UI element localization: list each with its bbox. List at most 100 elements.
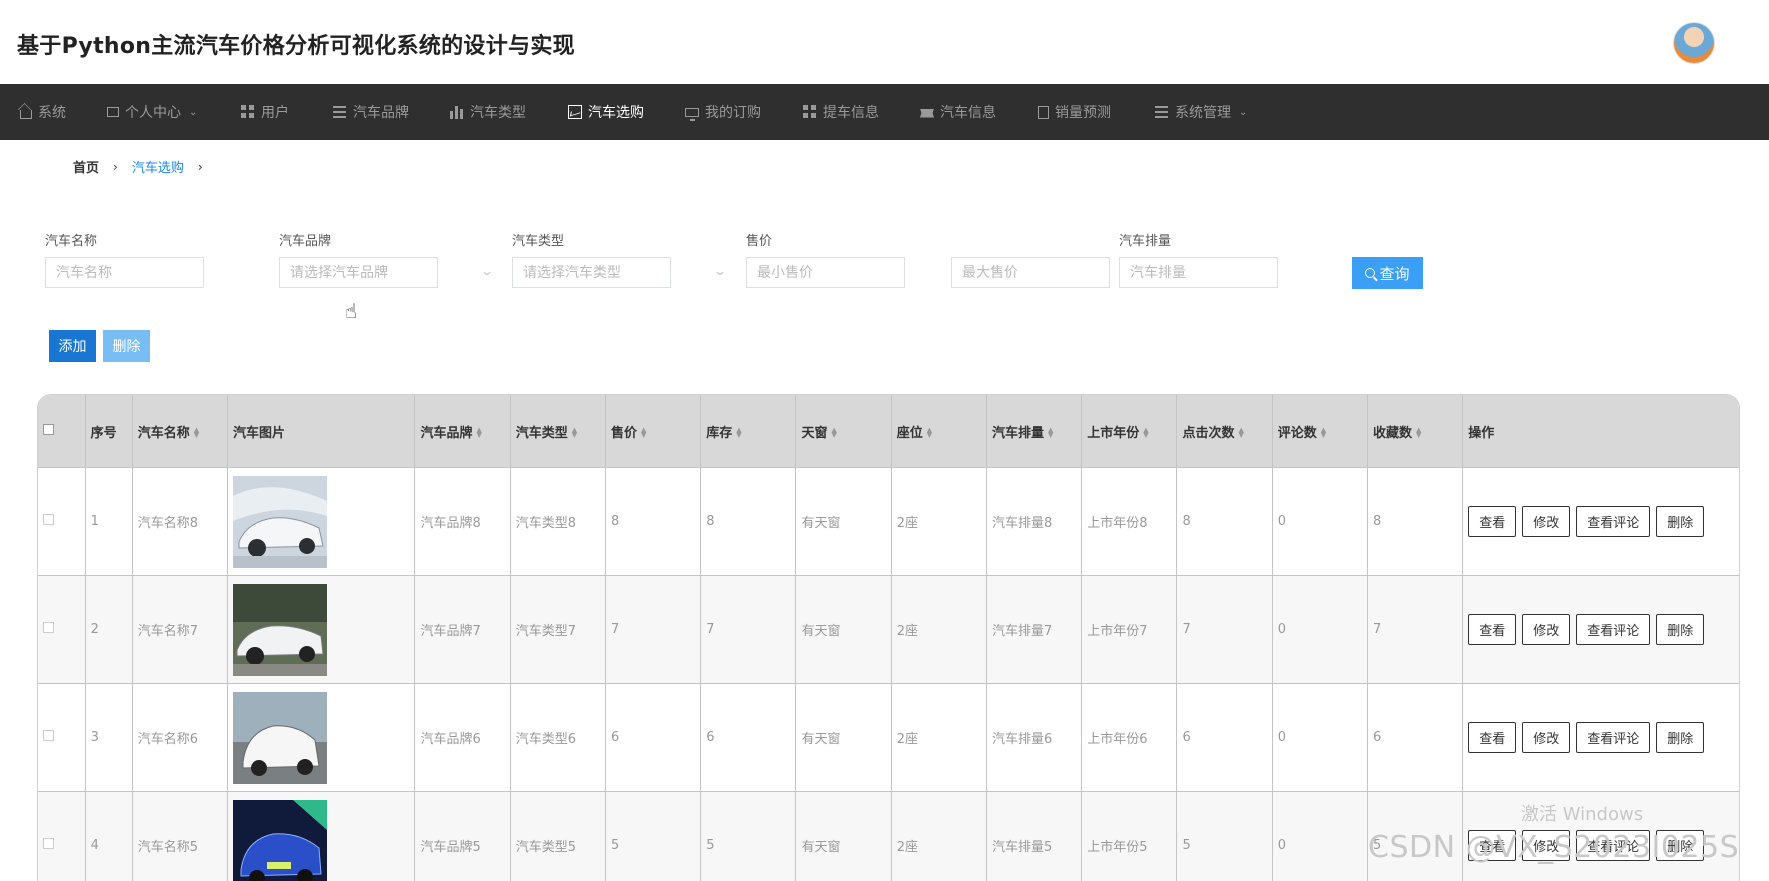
- cell-type: 汽车类型8: [510, 467, 606, 576]
- view-button[interactable]: 查看: [1468, 506, 1517, 537]
- column-header[interactable]: 汽车名称 ▲ ▼: [132, 395, 228, 468]
- column-header[interactable]: 售价 ▲ ▼: [605, 395, 702, 468]
- min-price-input[interactable]: [746, 257, 905, 288]
- chevron-down-icon[interactable]: ⌄: [480, 264, 494, 278]
- nav-item-car-type[interactable]: 汽车类型: [450, 84, 526, 140]
- add-button[interactable]: 添加: [49, 330, 96, 362]
- nav-label: 汽车选购: [588, 105, 644, 121]
- car-name-input[interactable]: [45, 257, 204, 288]
- sort-icon: ▲ ▼: [926, 426, 933, 439]
- nav-item-pickup-info[interactable]: 提车信息: [803, 84, 879, 140]
- table-row: 3 汽车名称6 汽车品牌6 汽车类型6 6 6 有天窗 2座 汽车排量6 上市年…: [38, 683, 1739, 792]
- row-checkbox[interactable]: [43, 622, 54, 633]
- nav-item-sales-forecast[interactable]: 销量预测: [1038, 84, 1111, 140]
- sort-icon: ▲ ▼: [476, 426, 482, 439]
- nav-item-system-management[interactable]: 系统管理 ⌄: [1155, 84, 1247, 140]
- edit-button[interactable]: 修改: [1522, 722, 1571, 753]
- cell-image: [227, 791, 416, 881]
- app-header: 基于Python主流汽车价格分析可视化系统的设计与实现: [0, 0, 1769, 85]
- user-avatar[interactable]: [1673, 22, 1715, 64]
- view-comments-button[interactable]: 查看评论: [1576, 722, 1651, 753]
- displacement-label: 汽车排量: [1119, 234, 1172, 249]
- column-header[interactable]: 天窗 ▲ ▼: [795, 395, 892, 468]
- cell-name: 汽车名称6: [132, 683, 228, 792]
- row-checkbox[interactable]: [43, 838, 54, 849]
- list-icon: [333, 105, 347, 119]
- chevron-down-icon[interactable]: ⌄: [713, 264, 727, 278]
- cell-stock: 8: [700, 467, 797, 576]
- nav-item-my-orders[interactable]: 我的订购: [685, 84, 761, 140]
- row-delete-button[interactable]: 删除: [1656, 614, 1705, 645]
- column-header[interactable]: 汽车类型 ▲ ▼: [510, 395, 606, 468]
- column-header[interactable]: 评论数 ▲ ▼: [1272, 395, 1368, 468]
- sort-icon: ▲ ▼: [831, 426, 837, 439]
- column-header[interactable]: 汽车排量 ▲ ▼: [986, 395, 1083, 468]
- cell-stock: 6: [700, 683, 797, 792]
- cell-clicks: 8: [1176, 467, 1273, 576]
- cell-price: 7: [605, 575, 702, 684]
- select-all-checkbox[interactable]: [43, 423, 54, 435]
- line-chart-icon: [568, 105, 582, 119]
- column-header[interactable]: 点击次数 ▲ ▼: [1176, 395, 1273, 468]
- cell-stock: 7: [700, 575, 797, 684]
- car-type-select[interactable]: [512, 257, 671, 288]
- max-price-input[interactable]: [951, 257, 1110, 288]
- nav-item-car-purchase[interactable]: 汽车选购: [568, 84, 644, 140]
- car-image[interactable]: [232, 475, 327, 568]
- edit-button[interactable]: 修改: [1522, 614, 1571, 645]
- chevron-down-icon: ⌄: [189, 106, 198, 118]
- query-button[interactable]: 查询: [1352, 257, 1423, 289]
- column-header[interactable]: 上市年份 ▲ ▼: [1081, 395, 1178, 468]
- view-comments-button[interactable]: 查看评论: [1576, 614, 1651, 645]
- view-button[interactable]: 查看: [1468, 722, 1517, 753]
- row-checkbox[interactable]: [43, 730, 54, 741]
- breadcrumb-home[interactable]: 首页: [73, 157, 99, 176]
- cell-sunroof: 有天窗: [795, 791, 892, 881]
- cell-type: 汽车类型7: [510, 575, 606, 684]
- top-navbar: 系统 个人中心 ⌄ 用户 汽车品牌 汽车类型 汽车选购 我的订购 提车信息 汽车…: [0, 84, 1769, 140]
- row-checkbox[interactable]: [43, 514, 54, 525]
- car-brand-select[interactable]: [279, 257, 438, 288]
- cell-displacement: 汽车排量6: [986, 683, 1083, 792]
- column-header[interactable]: 库存 ▲ ▼: [700, 395, 797, 468]
- cell-image: [227, 467, 416, 576]
- delete-button[interactable]: 删除: [103, 330, 150, 362]
- cell-year: 上市年份7: [1081, 575, 1178, 684]
- table-header-row: 序号 汽车名称 ▲ ▼ 汽车图片 汽车品牌 ▲ ▼ 汽车类型 ▲ ▼ 售价 ▲ ▼ 库存 ▲ ▼ 天…: [38, 395, 1739, 468]
- row-delete-button[interactable]: 删除: [1656, 506, 1705, 537]
- cell-favorites: 6: [1367, 683, 1464, 792]
- view-comments-button[interactable]: 查看评论: [1576, 506, 1651, 537]
- edit-button[interactable]: 修改: [1522, 506, 1571, 537]
- sort-icon: ▲ ▼: [1320, 426, 1327, 439]
- nav-item-car-info[interactable]: 汽车信息: [920, 84, 996, 140]
- cell-brand: 汽车品牌5: [414, 791, 511, 881]
- nav-label: 系统管理: [1175, 105, 1231, 121]
- app-title: 基于Python主流汽车价格分析可视化系统的设计与实现: [17, 34, 575, 59]
- cell-type: 汽车类型6: [510, 683, 606, 792]
- car-image[interactable]: [232, 691, 327, 784]
- sort-icon: ▲ ▼: [1047, 426, 1054, 439]
- car-image[interactable]: [232, 583, 327, 676]
- sort-icon: ▲ ▼: [1238, 426, 1244, 439]
- nav-label: 销量预测: [1055, 105, 1111, 121]
- cell-comments: 0: [1272, 683, 1368, 792]
- column-header[interactable]: 收藏数 ▲ ▼: [1367, 395, 1464, 468]
- column-header[interactable]: 座位 ▲ ▼: [891, 395, 987, 468]
- nav-item-car-brand[interactable]: 汽车品牌: [333, 84, 409, 140]
- view-button[interactable]: 查看: [1468, 614, 1517, 645]
- chevron-down-icon: ⌄: [1239, 106, 1248, 118]
- row-delete-button[interactable]: 删除: [1656, 722, 1705, 753]
- nav-item-users[interactable]: 用户: [241, 84, 289, 140]
- column-header[interactable]: 汽车品牌 ▲ ▼: [414, 395, 511, 468]
- table-row: 1 汽车名称8 汽车品牌8 汽车类型8 8 8 有天窗 2座 汽车排量8 上市年…: [38, 467, 1739, 576]
- nav-item-system[interactable]: 系统: [20, 84, 66, 140]
- car-image[interactable]: [232, 799, 327, 881]
- search-icon: [1365, 268, 1376, 278]
- breadcrumb-current[interactable]: 汽车选购: [132, 157, 184, 176]
- nav-label: 汽车类型: [470, 105, 526, 121]
- cell-actions: 查看 修改 查看评论 删除: [1462, 575, 1739, 684]
- cell-comments: 0: [1272, 791, 1368, 881]
- sort-icon: ▲ ▼: [736, 426, 742, 439]
- nav-item-personal-center[interactable]: 个人中心 ⌄: [107, 84, 197, 140]
- displacement-input[interactable]: [1119, 257, 1278, 288]
